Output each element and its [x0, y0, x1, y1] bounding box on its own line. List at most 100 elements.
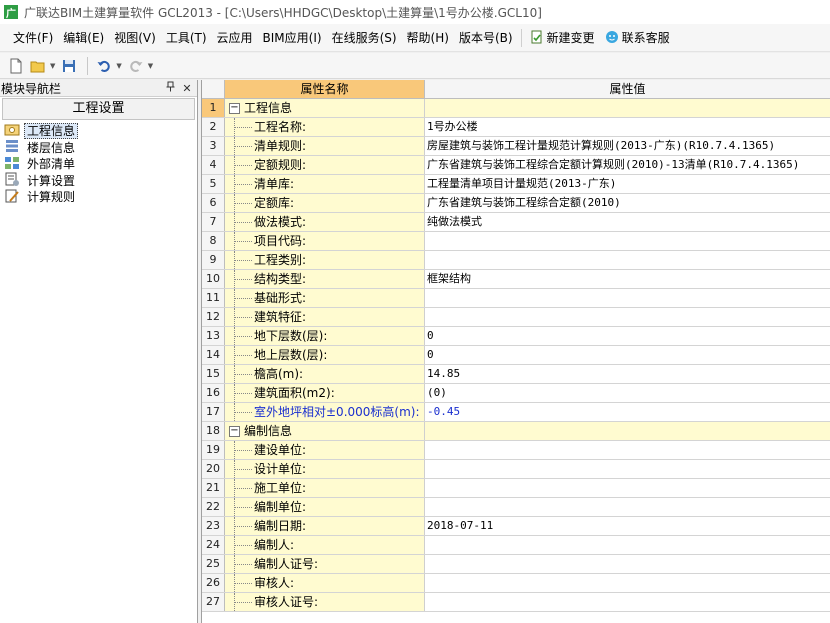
property-value-cell[interactable]: 框架结构	[425, 270, 830, 288]
grid-group-row[interactable]: 1− 工程信息	[202, 99, 830, 118]
grid-row[interactable]: 8 项目代码:	[202, 232, 830, 251]
grid-row[interactable]: 12 建筑特征:	[202, 308, 830, 327]
property-value-cell[interactable]: 工程量清单项目计量规范(2013-广东)	[425, 175, 830, 193]
row-number[interactable]: 17	[202, 403, 225, 421]
property-value-cell[interactable]: 纯做法模式	[425, 213, 830, 231]
save-button[interactable]	[59, 56, 79, 76]
property-name-cell[interactable]: 建设单位:	[225, 441, 425, 459]
grid-row[interactable]: 13 地下层数(层): 0	[202, 327, 830, 346]
nav-item-4[interactable]: 计算设置	[2, 172, 197, 190]
row-number[interactable]: 9	[202, 251, 225, 269]
grid-row[interactable]: 20 设计单位:	[202, 460, 830, 479]
property-name-cell[interactable]: 工程名称:	[225, 118, 425, 136]
property-name-cell[interactable]: 项目代码:	[225, 232, 425, 250]
grid-row[interactable]: 24 编制人:	[202, 536, 830, 555]
row-number[interactable]: 24	[202, 536, 225, 554]
property-value-cell[interactable]	[425, 441, 830, 459]
row-number[interactable]: 8	[202, 232, 225, 250]
property-value-cell[interactable]	[425, 289, 830, 307]
property-value-cell[interactable]	[425, 232, 830, 250]
redo-dropdown-caret-icon[interactable]: ▼	[148, 62, 153, 70]
property-value-cell[interactable]	[425, 536, 830, 554]
row-number[interactable]: 12	[202, 308, 225, 326]
row-number[interactable]: 2	[202, 118, 225, 136]
nav-item-5[interactable]: 计算规则	[2, 189, 197, 206]
property-value-cell[interactable]: 0	[425, 327, 830, 345]
grid-row[interactable]: 26 审核人:	[202, 574, 830, 593]
property-value-cell[interactable]	[425, 593, 830, 611]
property-name-cell[interactable]: 结构类型:	[225, 270, 425, 288]
grid-row[interactable]: 14 地上层数(层): 0	[202, 346, 830, 365]
property-value-cell[interactable]	[425, 422, 830, 440]
property-name-cell[interactable]: 定额库:	[225, 194, 425, 212]
property-name-cell[interactable]: 基础形式:	[225, 289, 425, 307]
grid-row[interactable]: 17 室外地坪相对±0.000标高(m): -0.45	[202, 403, 830, 422]
grid-row[interactable]: 22 编制单位:	[202, 498, 830, 517]
menu-version[interactable]: 版本号(B)	[454, 27, 518, 49]
property-value-cell[interactable]	[425, 574, 830, 592]
menu-bim[interactable]: BIM应用(I)	[258, 27, 327, 49]
property-name-cell[interactable]: 做法模式:	[225, 213, 425, 231]
nav-item-2[interactable]: 楼层信息	[2, 140, 197, 157]
row-number[interactable]: 7	[202, 213, 225, 231]
grid-row[interactable]: 21 施工单位:	[202, 479, 830, 498]
property-name-cell[interactable]: 建筑特征:	[225, 308, 425, 326]
property-value-cell[interactable]: -0.45	[425, 403, 830, 421]
menu-view[interactable]: 视图(V)	[109, 27, 161, 49]
row-number[interactable]: 19	[202, 441, 225, 459]
row-number[interactable]: 23	[202, 517, 225, 535]
property-value-cell[interactable]	[425, 498, 830, 516]
property-value-cell[interactable]	[425, 479, 830, 497]
row-number[interactable]: 25	[202, 555, 225, 573]
column-header-property-name[interactable]: 属性名称	[225, 80, 425, 98]
row-number[interactable]: 21	[202, 479, 225, 497]
row-number[interactable]: 3	[202, 137, 225, 155]
undo-dropdown-caret-icon[interactable]: ▼	[116, 62, 121, 70]
property-name-cell[interactable]: − 工程信息	[225, 99, 425, 117]
property-name-cell[interactable]: 施工单位:	[225, 479, 425, 497]
property-name-cell[interactable]: 定额规则:	[225, 156, 425, 174]
grid-row[interactable]: 10 结构类型: 框架结构	[202, 270, 830, 289]
property-value-cell[interactable]: 广东省建筑与装饰工程综合定额(2010)	[425, 194, 830, 212]
nav-item-1[interactable]: 工程信息	[2, 123, 197, 140]
new-file-button[interactable]	[6, 56, 26, 76]
grid-row[interactable]: 6 定额库: 广东省建筑与装饰工程综合定额(2010)	[202, 194, 830, 213]
property-value-cell[interactable]: 2018-07-11	[425, 517, 830, 535]
grid-row[interactable]: 16 建筑面积(m2): (0)	[202, 384, 830, 403]
row-number[interactable]: 13	[202, 327, 225, 345]
property-name-cell[interactable]: 编制单位:	[225, 498, 425, 516]
grid-row[interactable]: 3 清单规则: 房屋建筑与装饰工程计量规范计算规则(2013-广东)(R10.7.4…	[202, 137, 830, 156]
redo-button[interactable]	[126, 56, 146, 76]
property-name-cell[interactable]: 设计单位:	[225, 460, 425, 478]
property-name-cell[interactable]: 建筑面积(m2):	[225, 384, 425, 402]
menu-file[interactable]: 文件(F)	[8, 27, 58, 49]
grid-row[interactable]: 11 基础形式:	[202, 289, 830, 308]
grid-group-row[interactable]: 18− 编制信息	[202, 422, 830, 441]
row-number[interactable]: 26	[202, 574, 225, 592]
menu-cloud[interactable]: 云应用	[212, 27, 258, 49]
property-value-cell[interactable]: 1号办公楼	[425, 118, 830, 136]
property-value-cell[interactable]	[425, 99, 830, 117]
property-name-cell[interactable]: 编制人:	[225, 536, 425, 554]
grid-row[interactable]: 25 编制人证号:	[202, 555, 830, 574]
property-name-cell[interactable]: 编制人证号:	[225, 555, 425, 573]
open-dropdown-caret-icon[interactable]: ▼	[50, 62, 55, 70]
row-number[interactable]: 15	[202, 365, 225, 383]
open-folder-button[interactable]	[28, 56, 48, 76]
property-value-cell[interactable]	[425, 555, 830, 573]
menu-edit[interactable]: 编辑(E)	[58, 27, 109, 49]
row-number[interactable]: 10	[202, 270, 225, 288]
property-value-cell[interactable]: (0)	[425, 384, 830, 402]
property-name-cell[interactable]: 工程类别:	[225, 251, 425, 269]
property-name-cell[interactable]: 檐高(m):	[225, 365, 425, 383]
row-number[interactable]: 18	[202, 422, 225, 440]
column-header-property-value[interactable]: 属性值	[425, 80, 830, 98]
row-number[interactable]: 6	[202, 194, 225, 212]
property-name-cell[interactable]: 室外地坪相对±0.000标高(m):	[225, 403, 425, 421]
property-value-cell[interactable]	[425, 460, 830, 478]
grid-row[interactable]: 15 檐高(m): 14.85	[202, 365, 830, 384]
grid-row[interactable]: 9 工程类别:	[202, 251, 830, 270]
collapse-icon[interactable]: −	[229, 426, 240, 437]
property-name-cell[interactable]: − 编制信息	[225, 422, 425, 440]
property-value-cell[interactable]	[425, 308, 830, 326]
